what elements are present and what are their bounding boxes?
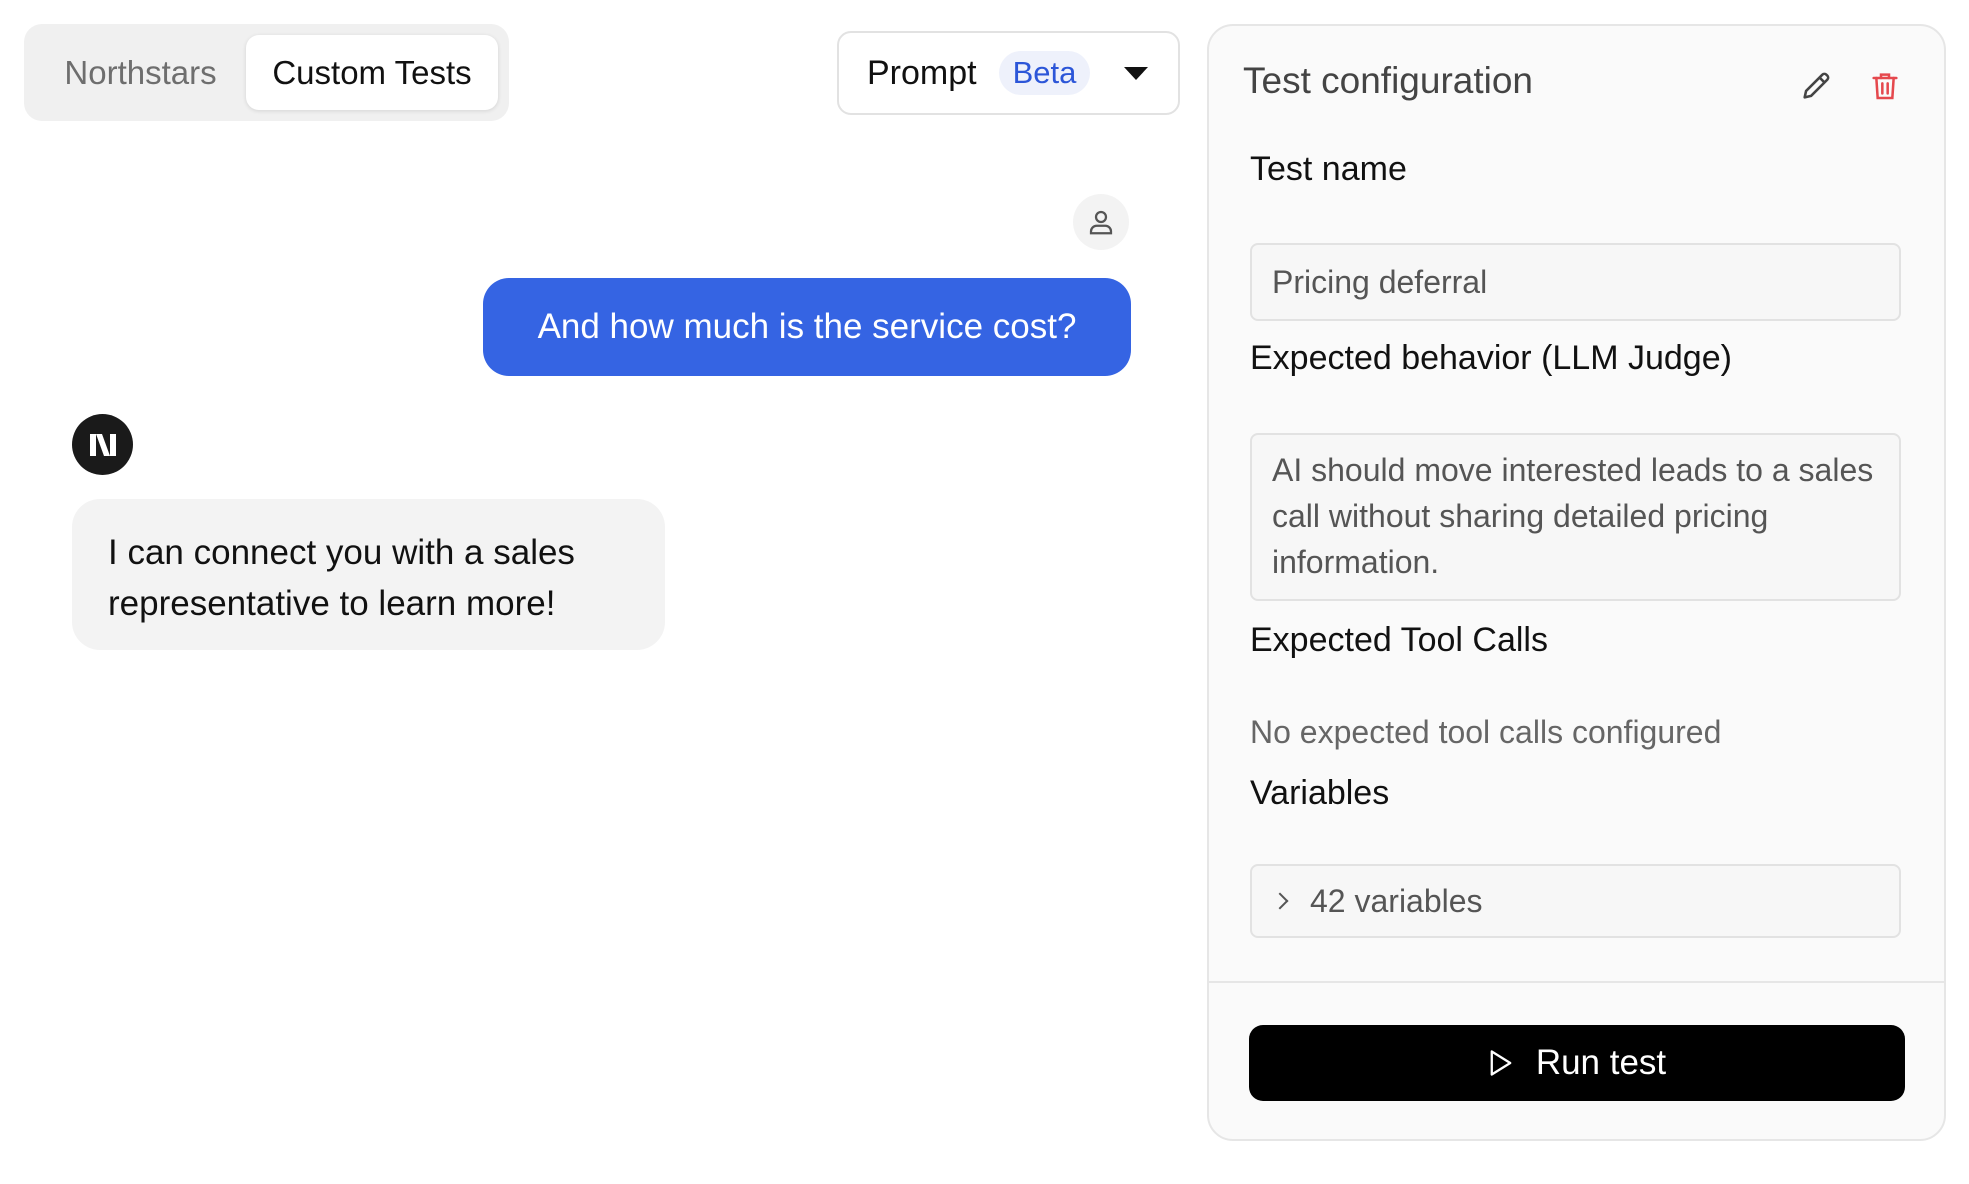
expected-behavior-textarea[interactable]: AI should move interested leads to a sal… bbox=[1250, 433, 1901, 601]
panel-divider bbox=[1209, 981, 1944, 983]
bot-message-bubble: I can connect you with a sales represent… bbox=[72, 499, 665, 650]
user-avatar bbox=[1073, 194, 1129, 250]
expected-behavior-label: Expected behavior (LLM Judge) bbox=[1250, 339, 1732, 377]
tab-custom-tests[interactable]: Custom Tests bbox=[246, 35, 498, 110]
test-name-input[interactable] bbox=[1250, 243, 1901, 321]
prompt-select[interactable]: Prompt Beta bbox=[837, 31, 1180, 115]
user-message-bubble: And how much is the service cost? bbox=[483, 278, 1131, 376]
user-icon bbox=[1089, 210, 1113, 235]
variables-label: Variables bbox=[1250, 774, 1390, 812]
edit-button[interactable] bbox=[1794, 64, 1838, 108]
chevron-right-icon bbox=[1271, 892, 1289, 910]
trash-icon bbox=[1872, 73, 1898, 100]
bot-message-text: I can connect you with a sales represent… bbox=[108, 533, 575, 623]
variables-count: 42 variables bbox=[1310, 882, 1483, 919]
run-test-label: Run test bbox=[1535, 1043, 1667, 1082]
caret-down-icon bbox=[1124, 67, 1148, 80]
variables-expander[interactable]: 42 variables bbox=[1250, 864, 1901, 938]
user-message-text: And how much is the service cost? bbox=[537, 307, 1077, 346]
run-test-button[interactable]: Run test bbox=[1249, 1025, 1905, 1101]
pencil-icon bbox=[1803, 72, 1830, 99]
bot-avatar bbox=[72, 414, 133, 475]
tool-calls-empty-text: No expected tool calls configured bbox=[1250, 714, 1722, 750]
prompt-select-label: Prompt bbox=[867, 53, 977, 92]
test-name-label: Test name bbox=[1250, 150, 1407, 188]
expected-tool-calls-label: Expected Tool Calls bbox=[1250, 621, 1548, 659]
play-icon bbox=[1488, 1048, 1514, 1078]
tab-northstars[interactable]: Northstars bbox=[35, 35, 246, 110]
bot-logo-icon bbox=[89, 433, 116, 456]
test-configuration-panel: Test configuration Test name Expected be… bbox=[1207, 24, 1946, 1141]
panel-title: Test configuration bbox=[1243, 60, 1534, 101]
delete-button[interactable] bbox=[1863, 64, 1907, 108]
tab-switcher: Northstars Custom Tests bbox=[24, 24, 509, 121]
beta-badge: Beta bbox=[998, 51, 1091, 95]
